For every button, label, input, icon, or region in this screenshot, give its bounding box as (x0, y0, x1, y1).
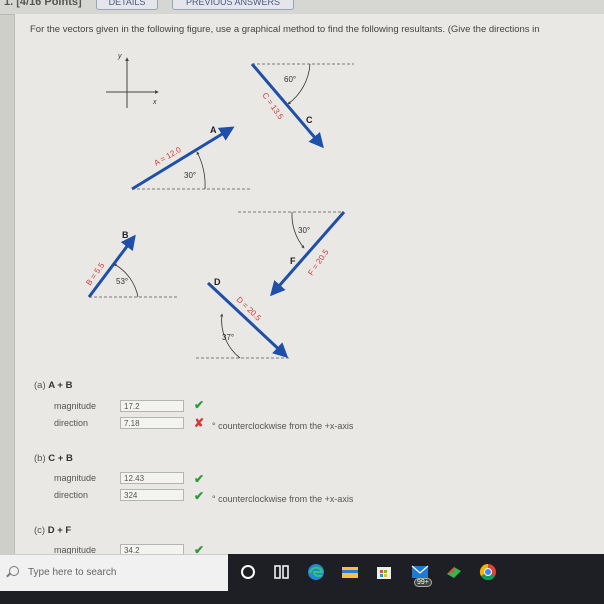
vector-d-angle: 37° (222, 333, 234, 342)
part-b-magnitude-input[interactable]: 12.43 (120, 472, 184, 484)
vector-a: A A = 12.0 30° (131, 125, 252, 191)
mail-badge: 99+ (414, 578, 432, 587)
task-view-icon[interactable] (272, 562, 292, 582)
chrome-icon[interactable] (478, 562, 498, 582)
check-icon: ✔ (194, 472, 205, 486)
store-icon[interactable] (374, 562, 394, 582)
vector-f: 30° F F = 20.5 (238, 211, 346, 297)
vector-c-magnitude: C = 13.5 (260, 91, 285, 122)
part-a-magnitude-label: magnitude (54, 401, 97, 411)
taskbar-search-box[interactable]: Type here to search (0, 554, 228, 591)
part-b-label: (b) C + B (34, 453, 73, 464)
x-axis-label: x (152, 99, 157, 106)
part-a-expression: A + B (48, 380, 73, 391)
part-a-direction-unit: ° counterclockwise from the +x-axis (212, 421, 354, 431)
part-b-expression: C + B (48, 453, 73, 464)
part-b-direction-unit: ° counterclockwise from the +x-axis (212, 494, 354, 504)
vector-c-angle: 60° (284, 75, 296, 84)
part-b-index: (b) (34, 453, 46, 464)
part-c-label: (c) D + F (34, 525, 71, 536)
part-c-index: (c) (34, 525, 46, 536)
vector-a-angle: 30° (184, 171, 196, 180)
file-explorer-icon[interactable] (340, 562, 360, 582)
part-a-index: (a) (34, 380, 46, 391)
search-placeholder: Type here to search (28, 567, 117, 578)
part-a-label: (a) A + B (34, 380, 72, 391)
part-b-magnitude-label: magnitude (54, 473, 97, 483)
part-a-direction-label: direction (54, 418, 89, 428)
edge-icon[interactable] (306, 562, 326, 582)
vector-c-label: C (306, 115, 313, 125)
vector-b-magnitude: B = 5.5 (84, 261, 106, 288)
vector-d-magnitude: D = 20.5 (235, 295, 264, 323)
vector-b-label: B (122, 230, 129, 240)
vector-a-label: A (210, 125, 217, 135)
cross-icon: ✘ (194, 416, 205, 430)
vector-b-angle: 53° (116, 277, 128, 286)
vector-a-magnitude: A = 12.0 (153, 145, 184, 168)
vector-c: 60° C = 13.5 C (250, 63, 354, 149)
part-c-expression: D + F (47, 525, 72, 536)
vector-f-angle: 30° (298, 226, 310, 235)
part-b-direction-label: direction (54, 490, 89, 500)
check-icon: ✔ (194, 489, 205, 503)
part-a-direction-input[interactable]: 7.18 (120, 417, 184, 429)
vector-b: B B = 5.5 53° (84, 230, 178, 298)
cortana-icon[interactable] (238, 562, 258, 582)
y-axis-label: y (117, 53, 122, 60)
part-b-direction-input[interactable]: 324 (120, 489, 184, 501)
coordinate-axes: x y (106, 53, 159, 108)
vector-figure: x y A A = 12.0 30° 60° C = 13.5 C B B = … (84, 53, 354, 359)
windows-taskbar: Type here to search 99+ (0, 554, 604, 604)
vector-d-label: D (214, 277, 221, 287)
search-icon (9, 566, 19, 576)
vector-f-label: F (290, 256, 296, 266)
check-icon: ✔ (194, 398, 205, 412)
part-a-magnitude-input[interactable]: 17.2 (120, 400, 184, 412)
app-icon[interactable] (444, 562, 464, 582)
